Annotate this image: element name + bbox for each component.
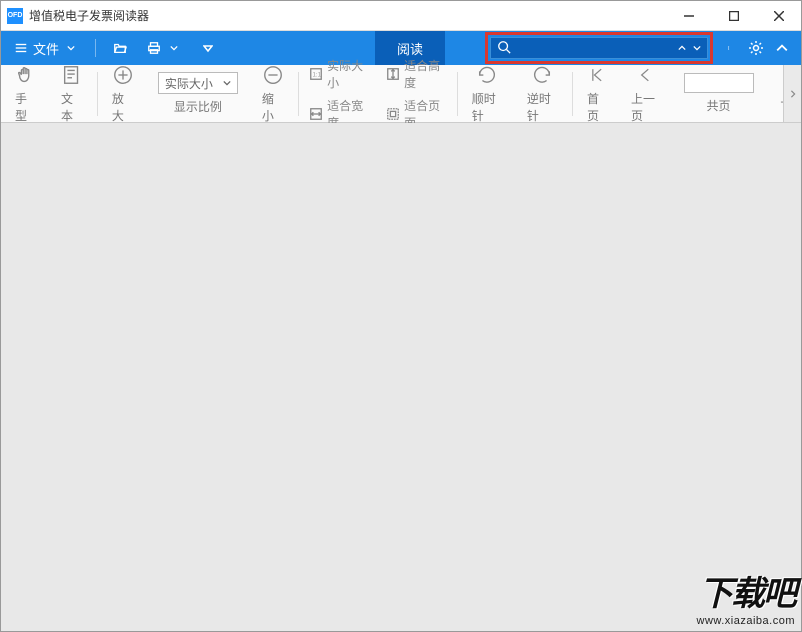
chevron-down-icon — [166, 40, 182, 56]
minimize-button[interactable] — [666, 1, 711, 31]
fit-height-icon — [386, 66, 400, 82]
toolbar-separator — [298, 72, 299, 116]
rotate-cw-icon — [476, 64, 498, 86]
actual-size-icon: 1:1 — [309, 66, 323, 82]
zoom-out-icon — [262, 64, 284, 86]
file-menu-label: 文件 — [33, 39, 59, 58]
zoom-out-label: 缩小 — [262, 90, 284, 124]
search-next-button[interactable] — [693, 44, 702, 52]
first-page-button[interactable]: 首页 — [579, 62, 615, 126]
tool-group-zoom: 放大 实际大小 显示比例 缩小 — [104, 62, 292, 126]
zoom-select[interactable]: 实际大小 — [158, 72, 238, 94]
search-prev-button[interactable] — [678, 44, 687, 52]
print-button[interactable] — [140, 36, 188, 60]
search-input[interactable] — [517, 41, 672, 55]
triangle-down-icon — [200, 40, 216, 56]
zoom-select-value: 实际大小 — [165, 75, 213, 92]
toolbar-separator — [97, 72, 98, 116]
first-page-label: 首页 — [587, 90, 607, 124]
maximize-button[interactable] — [711, 1, 756, 31]
app-icon: OFD — [7, 8, 23, 24]
window-title: 增值税电子发票阅读器 — [29, 7, 666, 24]
hand-tool-label: 手型 — [15, 90, 37, 124]
rotate-cw-button[interactable]: 顺时针 — [464, 62, 511, 126]
zoom-in-button[interactable]: 放大 — [104, 62, 142, 126]
fit-width-icon — [309, 106, 323, 122]
prev-page-button[interactable]: 上一页 — [623, 62, 668, 126]
search-icon — [497, 40, 511, 57]
actual-size-button[interactable]: 1:1 实际大小 — [305, 55, 374, 93]
hand-icon — [15, 64, 37, 86]
open-folder-button[interactable] — [106, 36, 134, 60]
zoom-in-icon — [112, 64, 134, 86]
hand-tool-button[interactable]: 手型 — [7, 62, 45, 126]
rotate-ccw-icon — [531, 64, 553, 86]
total-pages-label: 共页 — [707, 97, 731, 114]
zoom-in-label: 放大 — [112, 90, 134, 124]
more-options-button[interactable] — [721, 39, 739, 57]
print-icon — [146, 40, 162, 56]
search-highlight-box — [485, 32, 713, 64]
tool-group-cursor: 手型 文本 — [7, 62, 91, 126]
prev-page-label: 上一页 — [631, 90, 660, 124]
first-page-icon — [586, 64, 608, 86]
quick-access-dropdown[interactable] — [194, 36, 222, 60]
zoom-ratio-label: 显示比例 — [174, 98, 222, 115]
text-tool-label: 文本 — [61, 90, 83, 124]
tool-group-rotate: 顺时针 逆时针 — [464, 62, 566, 126]
page-number-input[interactable] — [684, 73, 754, 93]
menubar-right — [721, 39, 795, 57]
search-box[interactable] — [490, 37, 708, 59]
fit-height-button[interactable]: 适合高度 — [382, 55, 451, 93]
svg-text:1:1: 1:1 — [312, 71, 321, 78]
window-controls — [666, 1, 801, 31]
rotate-cw-label: 顺时针 — [472, 90, 503, 124]
settings-button[interactable] — [747, 39, 765, 57]
text-select-icon — [61, 64, 83, 86]
file-menu[interactable]: 文件 — [7, 35, 85, 62]
hamburger-icon — [13, 40, 29, 56]
fit-height-label: 适合高度 — [404, 57, 447, 91]
menubar-left: 文件 — [7, 35, 222, 62]
page-indicator: 共页 — [676, 71, 762, 116]
text-tool-button[interactable]: 文本 — [53, 62, 91, 126]
rotate-ccw-button[interactable]: 逆时针 — [519, 62, 566, 126]
toolbar-separator — [572, 72, 573, 116]
fit-page-icon — [386, 106, 400, 122]
close-button[interactable] — [756, 1, 801, 31]
toolbar: 手型 文本 放大 实际大小 显示比例 — [1, 65, 801, 123]
prev-page-icon — [634, 64, 656, 86]
tool-group-nav: 首页 上一页 共页 下 — [579, 62, 795, 126]
zoom-select-button[interactable]: 实际大小 显示比例 — [150, 70, 246, 117]
zoom-out-button[interactable]: 缩小 — [254, 62, 292, 126]
document-viewport[interactable] — [1, 123, 801, 631]
collapse-ribbon-button[interactable] — [773, 39, 791, 57]
menu-separator — [95, 39, 96, 57]
rotate-ccw-label: 逆时针 — [527, 90, 558, 124]
toolbar-separator — [457, 72, 458, 116]
tool-group-fit: 1:1 实际大小 适合宽度 适合高度 适 — [305, 55, 451, 133]
chevron-down-icon — [63, 40, 79, 56]
actual-size-label: 实际大小 — [327, 57, 370, 91]
toolbar-overflow-button[interactable] — [783, 65, 801, 122]
chevron-down-icon — [223, 76, 231, 90]
folder-open-icon — [112, 40, 128, 56]
titlebar: OFD 增值税电子发票阅读器 — [1, 1, 801, 31]
